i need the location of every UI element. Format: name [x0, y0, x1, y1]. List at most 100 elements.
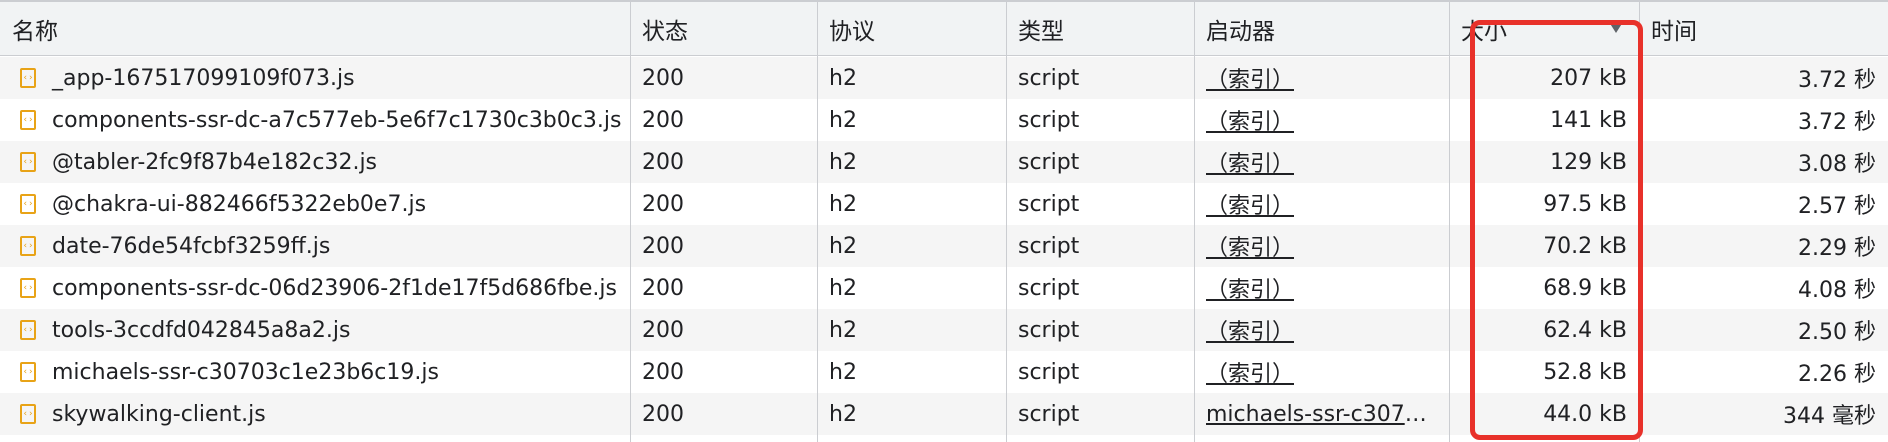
request-type-cell: script [1006, 141, 1194, 183]
request-name: @tabler-2fc9f87b4e182c32.js [52, 149, 378, 175]
request-name: tools-3ccdfd042845a8a2.js [52, 317, 351, 343]
request-initiator-link-cell: （索引） [1194, 267, 1449, 309]
request-initiator-link[interactable]: （索引） [1206, 146, 1294, 178]
column-header-initiator[interactable]: 启动器 [1194, 2, 1449, 55]
request-type-cell: script [1006, 351, 1194, 393]
request-time-cell: 344 毫秒 [1639, 393, 1888, 435]
table-row[interactable]: ‹› components-ssr-dc-a7c577eb-5e6f7c1730c… [0, 99, 1888, 141]
request-name: skywalking-client.js [52, 401, 266, 427]
request-status: 200 [642, 191, 684, 217]
request-type-cell: script [1006, 393, 1194, 435]
sort-descending-icon [1609, 22, 1623, 33]
request-size-cell: 52.8 kB [1449, 351, 1639, 393]
request-initiator-link[interactable]: （索引） [1206, 188, 1294, 220]
request-initiator-link[interactable]: （索引） [1206, 356, 1294, 388]
request-type: script [1018, 191, 1080, 217]
request-protocol-cell: h2 [817, 99, 1006, 141]
column-header-name[interactable]: 名称 [0, 2, 630, 55]
request-initiator-link[interactable]: michaels-ssr-c3070… [1206, 402, 1437, 427]
request-type: script [1018, 107, 1080, 133]
column-divider[interactable] [1639, 2, 1640, 442]
request-status: 200 [642, 275, 684, 301]
request-protocol: h2 [829, 401, 857, 427]
request-time: 2.29 秒 [1798, 236, 1876, 261]
request-size-cell: 141 kB [1449, 99, 1639, 141]
column-header-size[interactable]: 大小 [1449, 2, 1639, 55]
request-name-cell: ‹› skywalking-client.js [0, 393, 630, 435]
request-status-cell: 200 [630, 57, 817, 99]
column-divider[interactable] [1194, 2, 1195, 442]
request-initiator-link-cell: （索引） [1194, 99, 1449, 141]
column-header-status[interactable]: 状态 [630, 2, 817, 55]
column-header-time[interactable]: 时间 [1639, 2, 1888, 55]
column-header-type[interactable]: 类型 [1006, 2, 1194, 55]
request-size: 68.9 kB [1543, 275, 1627, 301]
script-file-icon: ‹› [20, 404, 36, 424]
request-initiator-link[interactable]: （索引） [1206, 230, 1294, 262]
request-name-cell: ‹› components-ssr-dc-06d23906-2f1de17f5d6… [0, 267, 630, 309]
table-row[interactable]: ‹› @chakra-ui-882466f5322eb0e7.js 200 h2 scr… [0, 183, 1888, 225]
request-name: components-ssr-dc-06d23906-2f1de17f5d686… [52, 275, 617, 301]
request-protocol: h2 [829, 359, 857, 385]
request-time: 3.72 秒 [1798, 110, 1876, 135]
request-name: date-76de54fcbf3259ff.js [52, 233, 331, 259]
request-time-cell: 4.08 秒 [1639, 267, 1888, 309]
request-protocol-cell: h2 [817, 225, 1006, 267]
request-time: 3.08 秒 [1798, 152, 1876, 177]
request-size-cell: 68.9 kB [1449, 267, 1639, 309]
column-divider[interactable] [1449, 2, 1450, 442]
script-file-icon: ‹› [20, 152, 36, 172]
request-time-cell: 2.57 秒 [1639, 183, 1888, 225]
request-time-cell: 3.08 秒 [1639, 141, 1888, 183]
request-status: 200 [642, 65, 684, 91]
request-initiator-link[interactable]: （索引） [1206, 104, 1294, 136]
table-row[interactable]: ‹› _app-167517099109f073.js 200 h2 script （索引… [0, 57, 1888, 99]
script-file-icon: ‹› [20, 362, 36, 382]
column-header-protocol[interactable]: 协议 [817, 2, 1006, 55]
request-time-cell: 2.26 秒 [1639, 351, 1888, 393]
request-type-cell: script [1006, 225, 1194, 267]
request-status-cell: 200 [630, 309, 817, 351]
request-size: 97.5 kB [1543, 191, 1627, 217]
table-row[interactable]: ‹› michaels-ssr-c30703c1e23b6c19.js 200 h2 s… [0, 351, 1888, 393]
script-file-icon: ‹› [20, 320, 36, 340]
request-initiator-link-cell: （索引） [1194, 225, 1449, 267]
request-protocol: h2 [829, 275, 857, 301]
column-divider[interactable] [1006, 2, 1007, 442]
column-divider[interactable] [630, 2, 631, 442]
table-row[interactable]: ‹› skywalking-client.js 200 h2 script michael… [0, 393, 1888, 435]
request-type-cell: script [1006, 309, 1194, 351]
request-type: script [1018, 401, 1080, 427]
table-row[interactable]: ‹› components-ssr-dc-06d23906-2f1de17f5d6… [0, 267, 1888, 309]
request-protocol: h2 [829, 317, 857, 343]
request-name-cell: ‹› michaels-ssr-c30703c1e23b6c19.js [0, 351, 630, 393]
request-size: 44.0 kB [1543, 401, 1627, 427]
request-size: 141 kB [1550, 107, 1627, 133]
column-divider[interactable] [817, 2, 818, 442]
script-file-icon: ‹› [20, 194, 36, 214]
request-time: 2.26 秒 [1798, 362, 1876, 387]
request-type: script [1018, 359, 1080, 385]
table-row[interactable]: ‹› @tabler-2fc9f87b4e182c32.js 200 h2 script… [0, 141, 1888, 183]
request-name: michaels-ssr-c30703c1e23b6c19.js [52, 359, 439, 385]
request-status: 200 [642, 317, 684, 343]
request-type-cell: script [1006, 57, 1194, 99]
request-type-cell: script [1006, 99, 1194, 141]
request-protocol-cell: h2 [817, 267, 1006, 309]
table-row[interactable]: ‹› date-76de54fcbf3259ff.js 200 h2 script （索引… [0, 225, 1888, 267]
request-time-cell: 2.29 秒 [1639, 225, 1888, 267]
request-status-cell: 200 [630, 99, 817, 141]
request-initiator-link[interactable]: （索引） [1206, 62, 1294, 94]
request-initiator-link-cell: （索引） [1194, 309, 1449, 351]
request-protocol-cell: h2 [817, 183, 1006, 225]
request-type: script [1018, 233, 1080, 259]
request-size: 70.2 kB [1543, 233, 1627, 259]
table-row[interactable]: ‹› tools-3ccdfd042845a8a2.js 200 h2 script （索… [0, 309, 1888, 351]
request-protocol-cell: h2 [817, 57, 1006, 99]
request-initiator-link[interactable]: （索引） [1206, 314, 1294, 346]
request-name-cell: ‹› components-ssr-dc-a7c577eb-5e6f7c1730c… [0, 99, 630, 141]
request-name-cell: ‹› date-76de54fcbf3259ff.js [0, 225, 630, 267]
request-initiator-link[interactable]: （索引） [1206, 272, 1294, 304]
request-type: script [1018, 65, 1080, 91]
request-size-cell: 70.2 kB [1449, 225, 1639, 267]
